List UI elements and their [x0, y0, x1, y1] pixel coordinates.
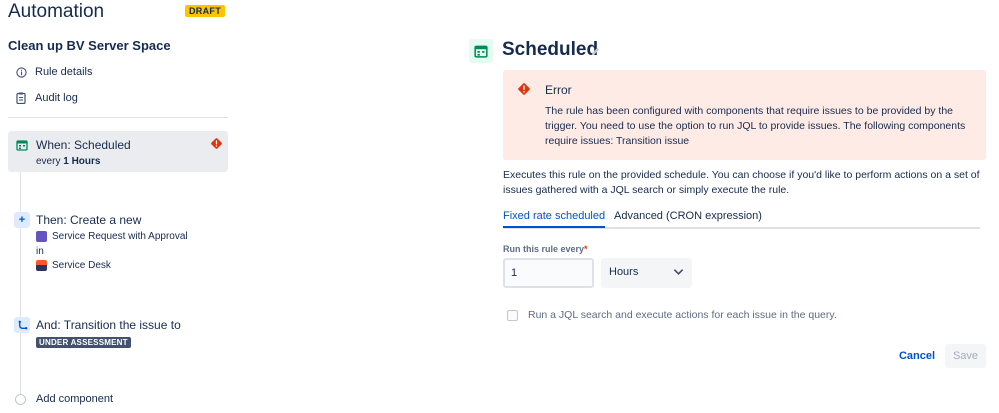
schedule-tabs: Fixed rate scheduled Advanced (CRON expr… [503, 208, 980, 229]
create-step-title: Then: Create a new [36, 213, 142, 227]
panel-title: Scheduled [502, 39, 599, 60]
plus-icon: + [14, 212, 30, 228]
trigger-step-schedule: every 1 Hours [36, 156, 100, 167]
rule-details-label: Rule details [35, 66, 93, 78]
error-diamond-icon [210, 137, 222, 149]
jql-checkbox-label: Run a JQL search and execute actions for… [528, 309, 837, 321]
issue-type-label: Service Request with Approval [52, 231, 188, 242]
branch-icon [14, 317, 30, 333]
app-title: Automation [8, 1, 105, 22]
create-issue-step[interactable]: + Then: Create a new Service Request wit… [8, 208, 228, 278]
interval-label: Run this rule every* [503, 244, 588, 254]
tab-cron-expression[interactable]: Advanced (CRON expression) [614, 210, 762, 226]
draft-badge: DRAFT [185, 5, 225, 17]
audit-log-link[interactable]: Audit log [14, 92, 78, 104]
sidebar-divider [8, 117, 228, 118]
save-button[interactable]: Save [945, 344, 986, 368]
jql-checkbox[interactable] [507, 309, 518, 321]
info-icon [14, 66, 28, 78]
trigger-step-title: When: Scheduled [36, 138, 131, 152]
project-row: Service Desk [36, 260, 111, 271]
audit-log-label: Audit log [35, 92, 78, 104]
interval-unit-value: Hours [609, 266, 639, 278]
add-component-link[interactable]: Add component [36, 393, 113, 405]
trigger-step-schedule-prefix: every [36, 156, 61, 167]
status-lozenge: UNDER ASSESSMENT [36, 337, 131, 348]
jql-search-option[interactable]: Run a JQL search and execute actions for… [507, 309, 837, 321]
timeline-line [20, 160, 21, 400]
rule-name: Clean up BV Server Space [8, 38, 171, 53]
issue-type-icon [36, 231, 47, 242]
cancel-button[interactable]: Cancel [895, 344, 939, 368]
schedule-calendar-icon [469, 39, 493, 63]
transition-step-title: And: Transition the issue to [36, 318, 181, 332]
clipboard-icon [14, 92, 28, 104]
issue-type-row: Service Request with Approval [36, 231, 188, 242]
trigger-step[interactable]: When: Scheduled every 1 Hours [8, 131, 228, 172]
edit-pencil-icon[interactable] [590, 44, 601, 62]
in-connector: in [36, 246, 44, 257]
error-icon [517, 82, 531, 101]
error-banner: Error The rule has been configured with … [503, 70, 986, 160]
project-label: Service Desk [52, 260, 111, 271]
interval-value-input[interactable] [503, 258, 594, 288]
error-message: The rule has been configured with compon… [545, 105, 966, 147]
add-component-dot[interactable] [15, 394, 26, 405]
schedule-description: Executes this rule on the provided sched… [503, 169, 980, 196]
interval-unit-select[interactable]: Hours [601, 258, 692, 288]
interval-label-text: Run this rule every [503, 244, 585, 254]
tab-fixed-rate[interactable]: Fixed rate scheduled [503, 210, 606, 228]
chevron-down-icon [673, 267, 684, 279]
calendar-icon [14, 137, 30, 153]
error-title: Error [545, 83, 572, 97]
required-mark: * [584, 244, 588, 254]
project-icon [36, 260, 47, 271]
rule-details-link[interactable]: Rule details [14, 66, 92, 78]
trigger-step-schedule-value: 1 Hours [63, 156, 101, 167]
